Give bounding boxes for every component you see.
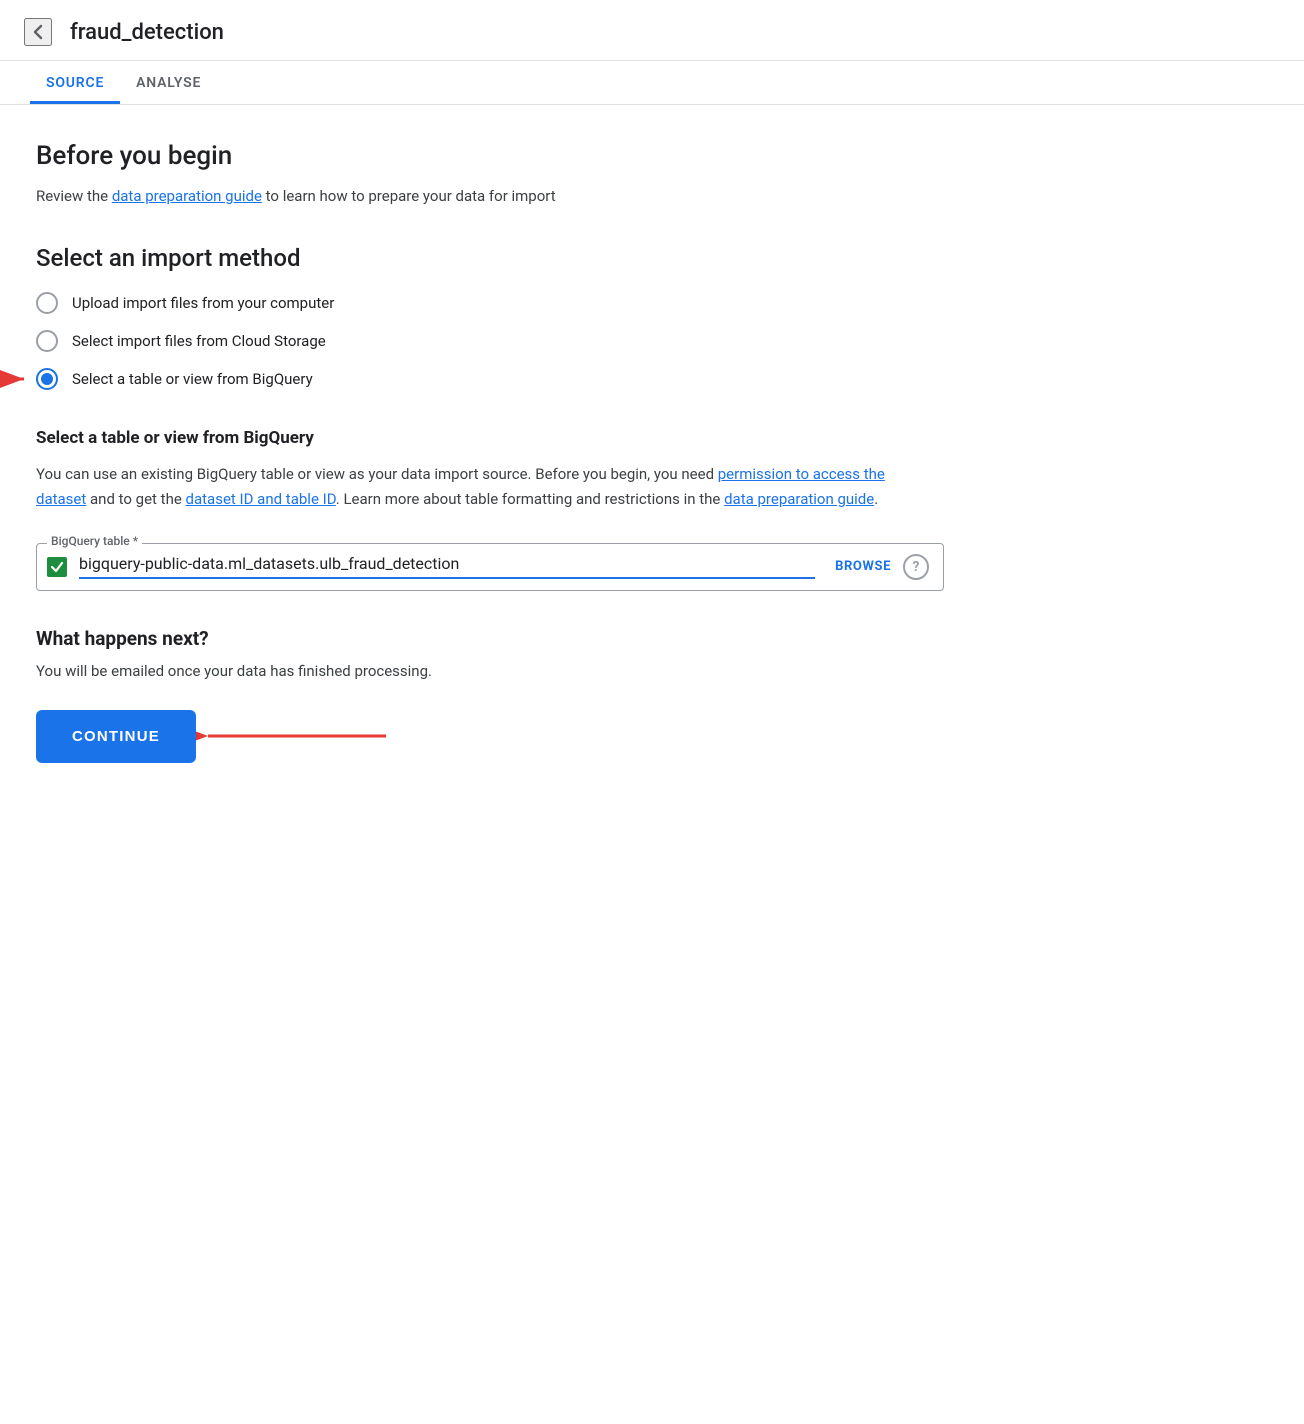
data-prep-guide-link-2[interactable]: data preparation guide [724,490,874,508]
arrow-continue [196,706,396,766]
continue-button[interactable]: CONTINUE [36,710,196,763]
data-prep-guide-link-1[interactable]: data preparation guide [112,187,262,205]
radio-option-upload[interactable]: Upload import files from your computer [36,292,944,314]
page-title: fraud_detection [70,20,224,45]
tab-source[interactable]: SOURCE [30,61,120,104]
radio-bigquery[interactable] [36,368,58,390]
tab-analyse[interactable]: ANALYSE [120,61,217,104]
continue-area: CONTINUE [36,710,196,763]
bigquery-field-value[interactable]: bigquery-public-data.ml_datasets.ulb_fra… [79,554,815,579]
before-begin-text: Review the data preparation guide to lea… [36,185,944,208]
import-method-title: Select an import method [36,244,944,272]
browse-button[interactable]: BROWSE [835,559,891,574]
what-next-title: What happens next? [36,627,944,650]
what-next-desc: You will be emailed once your data has f… [36,662,944,680]
radio-option-cloud[interactable]: Select import files from Cloud Storage [36,330,944,352]
radio-upload[interactable] [36,292,58,314]
arrow-bigquery-radio [0,354,36,404]
before-begin-title: Before you begin [36,141,944,171]
dataset-id-link[interactable]: dataset ID and table ID [186,490,336,508]
bigquery-section-title: Select a table or view from BigQuery [36,428,944,448]
back-icon [26,20,50,44]
import-method-radio-group: Upload import files from your computer S… [36,292,944,390]
check-icon [50,560,64,574]
help-icon[interactable]: ? [903,554,929,580]
bigquery-table-field: BigQuery table * bigquery-public-data.ml… [36,543,944,591]
bigquery-desc: You can use an existing BigQuery table o… [36,462,936,513]
back-button[interactable] [24,18,52,46]
bigquery-checkbox [47,557,67,577]
radio-cloud[interactable] [36,330,58,352]
bigquery-field-label: BigQuery table * [47,534,142,548]
tab-bar: SOURCE ANALYSE [0,61,1304,105]
radio-option-bigquery[interactable]: Select a table or view from BigQuery [36,368,944,390]
